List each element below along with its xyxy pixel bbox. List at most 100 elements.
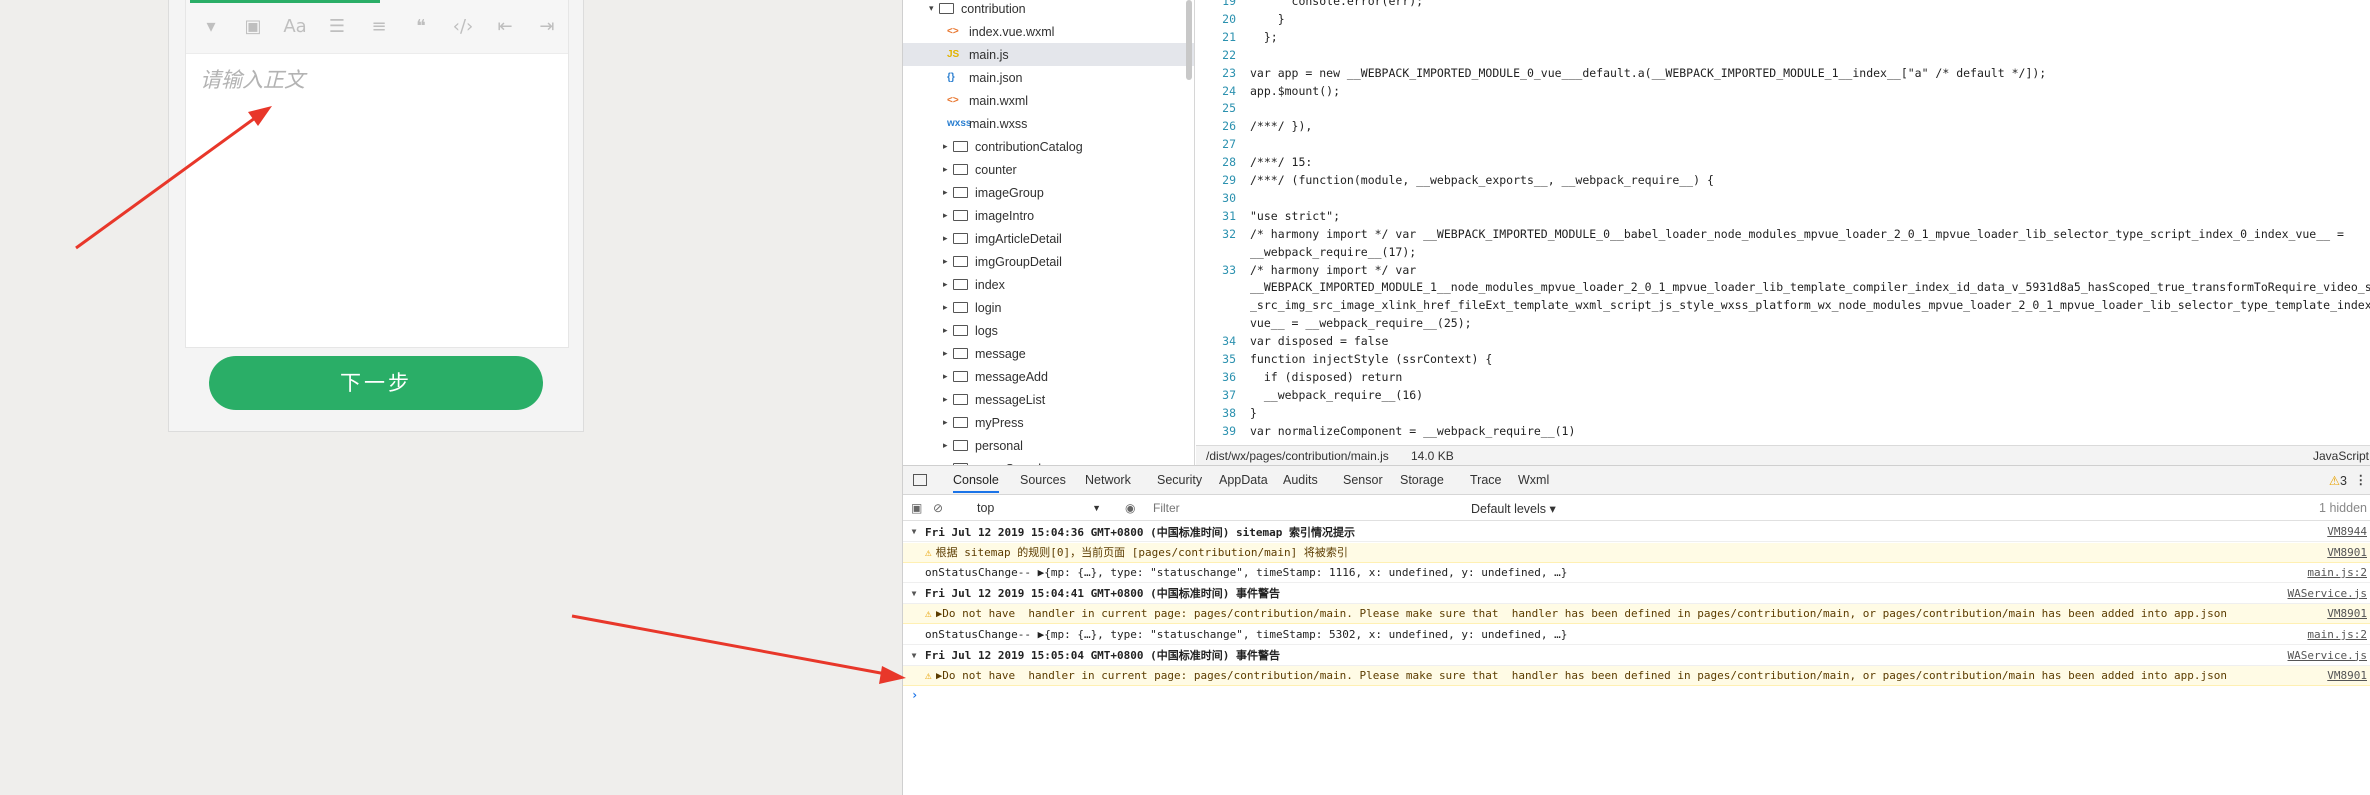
console-source-link[interactable]: WAService.js (2288, 649, 2367, 662)
image-icon[interactable]: ▣ (232, 7, 274, 47)
tree-folder[interactable]: ▸ personal (903, 434, 1194, 457)
tab-sources[interactable]: Sources (1020, 473, 1066, 487)
console-source-link[interactable]: VM8944 (2327, 525, 2367, 538)
context-select[interactable]: top ▼ (971, 498, 1105, 518)
bullet-list-icon[interactable]: ≡ (358, 7, 400, 47)
console-source-link[interactable]: main.js:2 (2307, 628, 2367, 641)
folder-icon (953, 210, 968, 221)
console-source-link[interactable]: WAService.js (2288, 587, 2367, 600)
line-number: 24 (1222, 83, 1236, 98)
file-type-icon: <> (947, 26, 959, 37)
console-log-row[interactable]: onStatusChange-- ▶{mp: {…}, type: "statu… (903, 625, 2370, 645)
sidebar-toggle-icon[interactable]: ▣ (911, 501, 922, 515)
chevron-down-icon[interactable]: ▾ (190, 7, 232, 47)
tree-folder[interactable]: ▸ login (903, 296, 1194, 319)
tree-folder[interactable]: ▸ logs (903, 319, 1194, 342)
editor-placeholder[interactable]: 请输入正文 (200, 64, 305, 94)
line-number (1196, 316, 1250, 334)
log-levels-select[interactable]: Default levels ▾ (1471, 501, 1556, 516)
tree-folder-open[interactable]: ▾ contribution (903, 0, 1194, 20)
tree-file-label: main.wxss (969, 116, 1028, 131)
folder-icon (953, 371, 968, 382)
tab-console[interactable]: Console (953, 473, 999, 493)
warning-counter[interactable]: ⚠3 (2329, 473, 2347, 488)
tree-folder[interactable]: ▸ imgArticleDetail (903, 227, 1194, 250)
code-line: 36 if (disposed) return (1196, 370, 1402, 388)
console-prompt[interactable]: › (911, 688, 918, 702)
line-number: 33 (1222, 262, 1236, 277)
console-warn-row[interactable]: ⚠ ▶Do not have handler in current page: p… (903, 666, 2370, 687)
tree-file[interactable]: JS main.js (903, 43, 1194, 66)
tree-file[interactable]: {} main.json (903, 66, 1194, 89)
eye-icon[interactable]: ◉ (1125, 501, 1135, 515)
tab-storage[interactable]: Storage (1400, 473, 1444, 487)
warning-icon: ⚠ (925, 607, 932, 621)
tree-folder[interactable]: ▸ messageAdd (903, 365, 1194, 388)
caret-right-icon: ▸ (943, 210, 948, 220)
tree-folder[interactable]: ▸ index (903, 273, 1194, 296)
tree-folder[interactable]: ▸ counter (903, 158, 1194, 181)
code-icon[interactable]: ‹/› (442, 7, 484, 47)
rich-text-editor[interactable]: ▾ ▣ Aa ☰ ≡ ❝ ‹/› ⇤ ⇥ 请输入正文 (185, 0, 569, 348)
code-line: 24 app.$mount(); (1196, 84, 1340, 102)
folder-icon (953, 325, 968, 336)
tree-folder[interactable]: ▸ contributionCatalog (903, 135, 1194, 158)
next-step-button[interactable]: 下一步 (209, 356, 543, 410)
tree-file[interactable]: <> index.vue.wxml (903, 20, 1194, 43)
tree-file-label: main.json (969, 70, 1023, 85)
outdent-icon[interactable]: ⇤ (484, 7, 526, 47)
console-warn-row[interactable]: ⚠ ▶Do not have handler in current page: p… (903, 604, 2370, 625)
console-warn-row[interactable]: ⚠ 根据 sitemap 的规则[0]，当前页面 [pages/contribut… (903, 542, 2370, 563)
console-source-link[interactable]: main.js:2 (2307, 566, 2367, 579)
caret-right-icon: ▸ (943, 348, 948, 358)
console-message: onStatusChange-- ▶{mp: {…}, type: "statu… (925, 628, 1568, 641)
tree-folder[interactable]: ▸pressSearch (903, 457, 1194, 465)
tab-trace[interactable]: Trace (1470, 473, 1502, 487)
element-picker-icon[interactable] (913, 474, 927, 486)
tree-folder[interactable]: ▸ imgGroupDetail (903, 250, 1194, 273)
filter-input[interactable] (1149, 498, 1355, 518)
code-editor[interactable]: 19 console.error(err); 20 } 21 }; 22 23 var a… (1196, 0, 2370, 445)
code-text: vue__ = __webpack_require__(25); (1250, 316, 1472, 331)
tree-folder[interactable]: ▸ message (903, 342, 1194, 365)
console-source-link[interactable]: VM8901 (2327, 669, 2367, 682)
tree-file[interactable]: <> main.wxml (903, 89, 1194, 112)
console-group-row[interactable]: ▼ Fri Jul 12 2019 15:05:04 GMT+0800 (中国标准… (903, 646, 2370, 666)
console-group-row[interactable]: ▼ Fri Jul 12 2019 15:04:36 GMT+0800 (中国标准… (903, 522, 2370, 542)
folder-icon (953, 440, 968, 451)
console-source-link[interactable]: VM8901 (2327, 607, 2367, 620)
ordered-list-icon[interactable]: ☰ (316, 7, 358, 47)
code-line: 38} (1196, 406, 1257, 424)
tree-folder[interactable]: ▸ imageGroup (903, 181, 1194, 204)
console-log-row[interactable]: onStatusChange-- ▶{mp: {…}, type: "statu… (903, 563, 2370, 584)
quote-icon[interactable]: ❝ (400, 7, 442, 47)
hidden-count: 1 hidden (2319, 501, 2367, 515)
clear-console-icon[interactable]: ⊘ (933, 501, 943, 515)
tab-appdata[interactable]: AppData (1219, 473, 1268, 487)
tab-sensor[interactable]: Sensor (1343, 473, 1383, 487)
tree-folder-label: counter (975, 162, 1017, 177)
folder-icon (953, 233, 968, 244)
tab-security[interactable]: Security (1157, 473, 1202, 487)
tree-scrollbar[interactable] (1186, 0, 1192, 80)
file-language: JavaScript (2312, 449, 2369, 463)
console-group-row[interactable]: ▼ Fri Jul 12 2019 15:04:41 GMT+0800 (中国标准… (903, 584, 2370, 604)
folder-open-icon (939, 3, 954, 14)
font-size-icon[interactable]: Aa (274, 7, 316, 47)
tree-folder[interactable]: ▸ imageIntro (903, 204, 1194, 227)
tab-wxml[interactable]: Wxml (1518, 473, 1549, 487)
more-menu-icon[interactable]: ⋮ (2355, 472, 2368, 487)
tree-file[interactable]: wxss main.wxss (903, 112, 1194, 135)
indent-icon[interactable]: ⇥ (526, 7, 568, 47)
tree-folder-label: imgGroupDetail (975, 254, 1062, 269)
warning-icon: ⚠ (925, 669, 932, 683)
code-line: 25 (1196, 101, 1250, 119)
console-source-link[interactable]: VM8901 (2327, 546, 2367, 559)
tab-audits[interactable]: Audits (1283, 473, 1318, 487)
line-number (1196, 245, 1250, 263)
tab-network[interactable]: Network (1085, 473, 1131, 487)
console-message: Fri Jul 12 2019 15:04:41 GMT+0800 (中国标准时… (925, 587, 1281, 601)
tree-folder-label: personal (975, 438, 1023, 453)
tree-folder[interactable]: ▸ messageList (903, 388, 1194, 411)
tree-folder[interactable]: ▸ myPress (903, 411, 1194, 434)
